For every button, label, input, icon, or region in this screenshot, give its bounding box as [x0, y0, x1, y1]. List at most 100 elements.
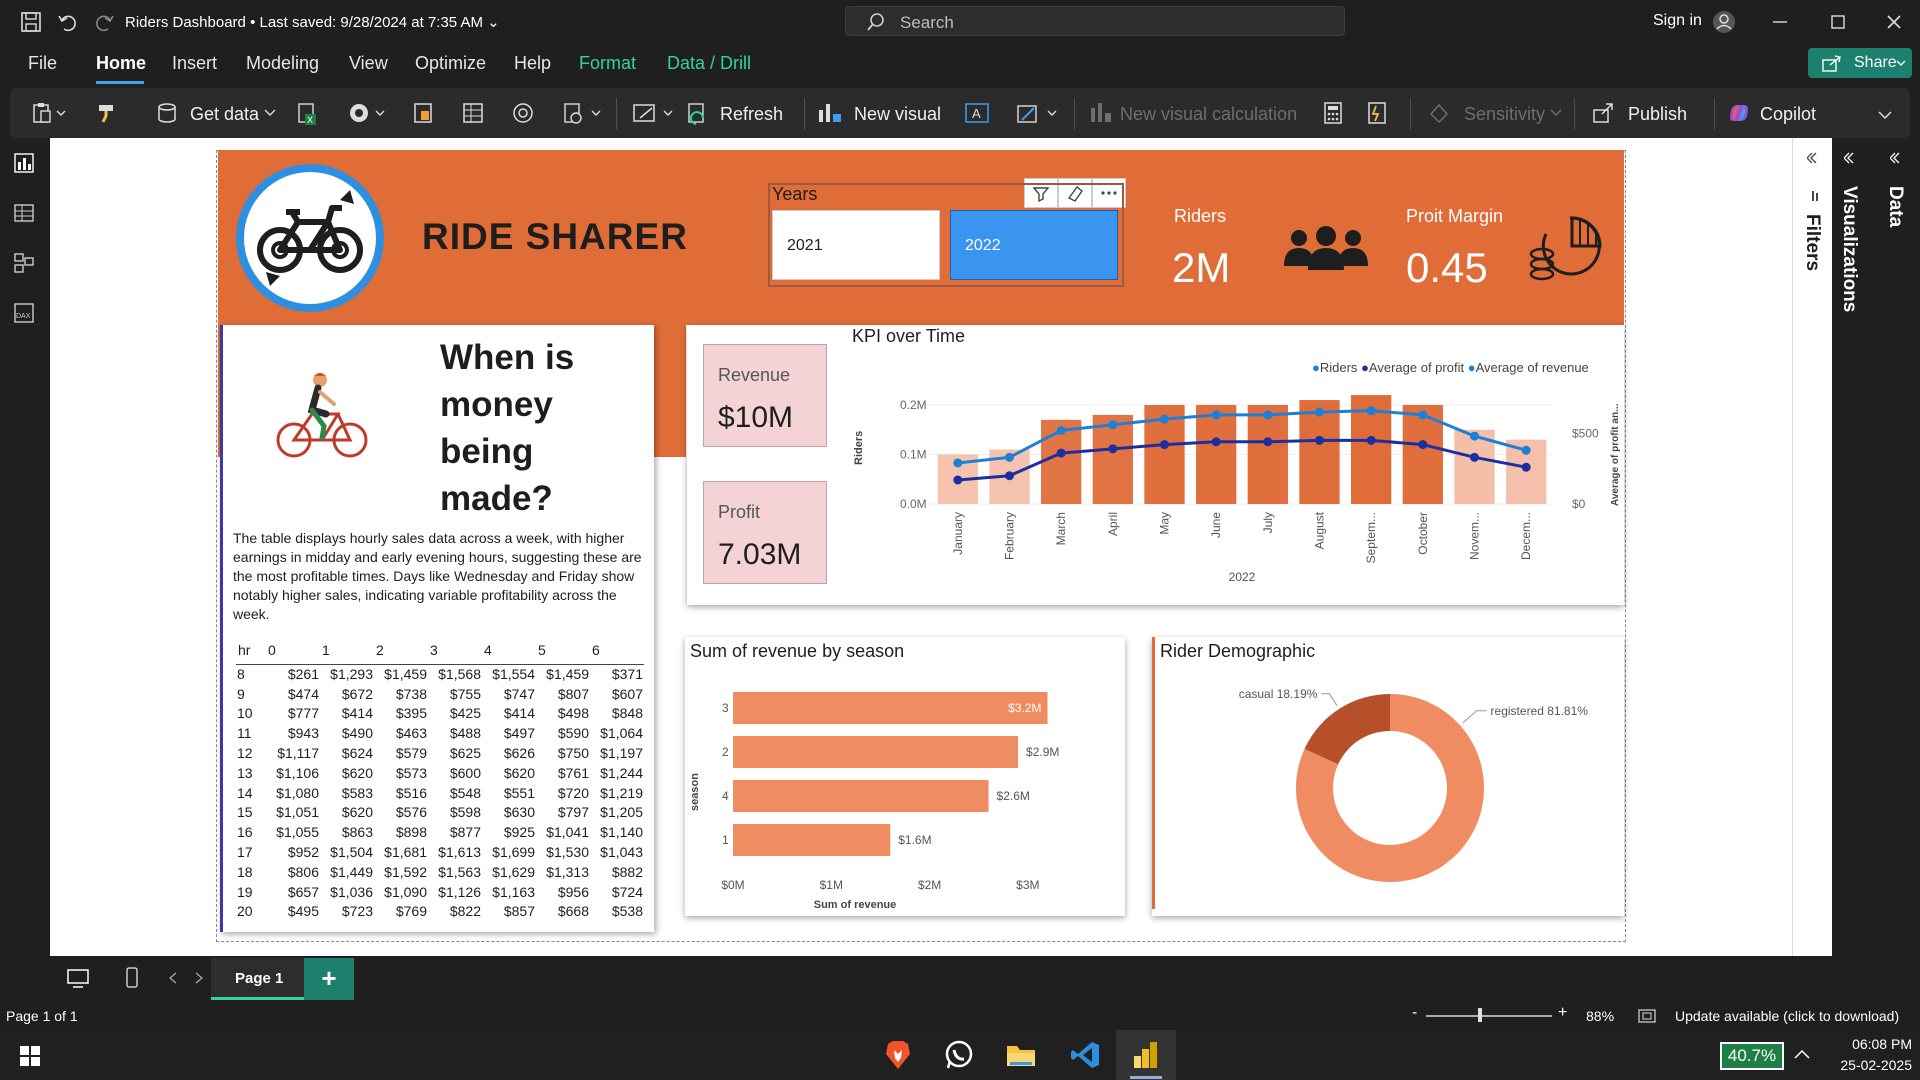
sign-in-link[interactable]: Sign in	[1653, 12, 1702, 30]
more-visuals-icon[interactable]	[1016, 102, 1060, 126]
visualizations-pane[interactable]: Visualizations	[1832, 138, 1868, 956]
table-header-cell[interactable]: 3	[428, 636, 482, 664]
close-icon[interactable]	[1886, 14, 1902, 30]
refresh-button[interactable]: Refresh	[720, 104, 783, 125]
new-visual-button[interactable]: New visual	[854, 104, 941, 125]
format-painter-icon[interactable]	[96, 102, 118, 124]
expand-chevron-icon[interactable]	[1844, 152, 1856, 164]
recent-sources-icon[interactable]	[562, 102, 602, 126]
account-icon[interactable]	[1712, 10, 1736, 34]
dataverse-icon[interactable]	[512, 102, 534, 124]
menu-format[interactable]: Format	[579, 53, 636, 74]
chevron-down-icon[interactable]: ⌄	[487, 14, 500, 31]
next-page-icon[interactable]	[194, 972, 204, 984]
onelake-icon[interactable]	[348, 102, 388, 124]
hourly-sales-table[interactable]: hr 0 1 2 3 4 5 6 8 $261 $1,293 $1,459 $1,568 $1,554 $…	[236, 636, 644, 921]
dax-query-view-icon[interactable]: DAX	[13, 302, 35, 324]
new-visual-icon[interactable]	[816, 100, 842, 126]
filters-pane[interactable]: Filters	[1792, 138, 1832, 956]
menu-help[interactable]: Help	[514, 53, 551, 74]
copilot-button[interactable]: Copilot	[1760, 104, 1816, 125]
table-header-cell[interactable]: 2	[374, 636, 428, 664]
table-header-cell[interactable]: 5	[536, 636, 590, 664]
share-button[interactable]: Share	[1808, 48, 1912, 78]
chevron-down-icon[interactable]	[264, 108, 276, 118]
paste-icon[interactable]	[32, 102, 66, 124]
line-point	[953, 475, 963, 485]
expand-chevron-icon[interactable]	[1890, 152, 1902, 164]
prev-page-icon[interactable]	[168, 972, 178, 984]
dataflow-icon[interactable]	[412, 102, 434, 124]
table-cell: 13	[237, 764, 253, 781]
brave-browser-icon[interactable]	[884, 1040, 912, 1070]
undo-icon[interactable]	[56, 11, 78, 33]
text-box-icon[interactable]: A	[964, 102, 990, 124]
menu-home[interactable]: Home	[96, 53, 146, 74]
fit-to-page-icon[interactable]	[1638, 1008, 1656, 1024]
table-header-cell[interactable]: 4	[482, 636, 536, 664]
filters-label[interactable]: Filters	[1801, 214, 1823, 271]
x-tick-label: $2M	[918, 878, 941, 892]
battery-indicator[interactable]: 40.7%	[1720, 1042, 1784, 1070]
zoom-slider-handle[interactable]	[1478, 1008, 1482, 1022]
profit-card[interactable]: Profit 7.03M	[703, 481, 827, 584]
menu-data-drill[interactable]: Data / Drill	[667, 53, 751, 74]
enter-data-icon[interactable]	[462, 102, 484, 124]
search-box[interactable]: Search	[845, 6, 1345, 36]
menu-view[interactable]: View	[349, 53, 388, 74]
calculator-icon[interactable]	[1322, 102, 1344, 124]
zoom-in-button[interactable]: +	[1558, 1004, 1567, 1022]
year-option-2021[interactable]: 2021	[772, 210, 940, 280]
table-header-cell[interactable]: hr	[236, 636, 266, 664]
menu-optimize[interactable]: Optimize	[415, 53, 486, 74]
rider-demographic-donut[interactable]: casual 18.19% registered 81.81%	[1156, 670, 1624, 908]
copilot-icon[interactable]	[1726, 100, 1752, 126]
ribbon-collapse-icon[interactable]	[1878, 110, 1892, 120]
chevron-up-icon[interactable]	[1794, 1048, 1810, 1060]
table-header-cell[interactable]: 6	[590, 636, 644, 664]
quick-measure-icon[interactable]	[1366, 102, 1388, 124]
get-data-button[interactable]: Get data	[190, 104, 259, 125]
menu-file[interactable]: File	[28, 53, 57, 74]
data-pane[interactable]: Data	[1868, 138, 1920, 956]
report-view-icon[interactable]	[13, 152, 35, 174]
revenue-by-season-chart[interactable]: 3 $3.2M 2 $2.9M 4 $2.6M 1 $1.6M $0M $1M $2M $3M seas…	[688, 672, 1122, 914]
excel-icon[interactable]: X	[296, 102, 318, 126]
powerbi-taskbar-button[interactable]	[1116, 1030, 1176, 1080]
mobile-layout-icon[interactable]	[124, 966, 140, 990]
redo-icon[interactable]	[94, 11, 116, 33]
menu-modeling[interactable]: Modeling	[246, 53, 319, 74]
add-page-button[interactable]: +	[304, 958, 354, 1000]
windows-start-icon[interactable]	[19, 1045, 41, 1067]
table-view-icon[interactable]	[13, 202, 35, 224]
table-header-cell[interactable]: 0	[266, 636, 320, 664]
database-icon[interactable]	[156, 102, 178, 124]
zoom-slider[interactable]	[1426, 1015, 1552, 1017]
kpi-over-time-chart[interactable]: 0.0M 0.1M 0.2M $0 $500 Riders Average of profi…	[840, 370, 1630, 602]
tab-page-1[interactable]: Page 1	[211, 958, 304, 1000]
menu-insert[interactable]: Insert	[172, 53, 217, 74]
maximize-icon[interactable]	[1830, 14, 1846, 30]
model-view-icon[interactable]	[13, 252, 35, 274]
revenue-card[interactable]: Revenue $10M	[703, 344, 827, 447]
visualizations-label[interactable]: Visualizations	[1838, 186, 1860, 312]
zoom-level[interactable]: 88%	[1586, 1008, 1614, 1024]
publish-icon[interactable]	[1592, 102, 1616, 124]
save-icon[interactable]	[20, 11, 42, 33]
minimize-icon[interactable]	[1772, 14, 1788, 30]
title-line: being	[440, 432, 534, 471]
year-option-2022[interactable]: 2022	[950, 210, 1118, 280]
whatsapp-icon[interactable]	[944, 1040, 974, 1070]
desktop-layout-icon[interactable]	[66, 968, 90, 990]
expand-chevron-icon[interactable]	[1807, 152, 1819, 164]
refresh-icon[interactable]	[686, 102, 708, 126]
data-label[interactable]: Data	[1884, 186, 1906, 227]
file-explorer-icon[interactable]	[1006, 1042, 1036, 1068]
zoom-out-button[interactable]: -	[1412, 1004, 1417, 1022]
update-available-link[interactable]: Update available (click to download)	[1675, 1008, 1899, 1024]
publish-button[interactable]: Publish	[1628, 104, 1687, 125]
table-header-cell[interactable]: 1	[320, 636, 374, 664]
clock[interactable]: 06:08 PM 25-02-2025	[1838, 1036, 1912, 1073]
vscode-icon[interactable]	[1070, 1040, 1100, 1070]
transform-data-icon[interactable]	[632, 102, 676, 124]
